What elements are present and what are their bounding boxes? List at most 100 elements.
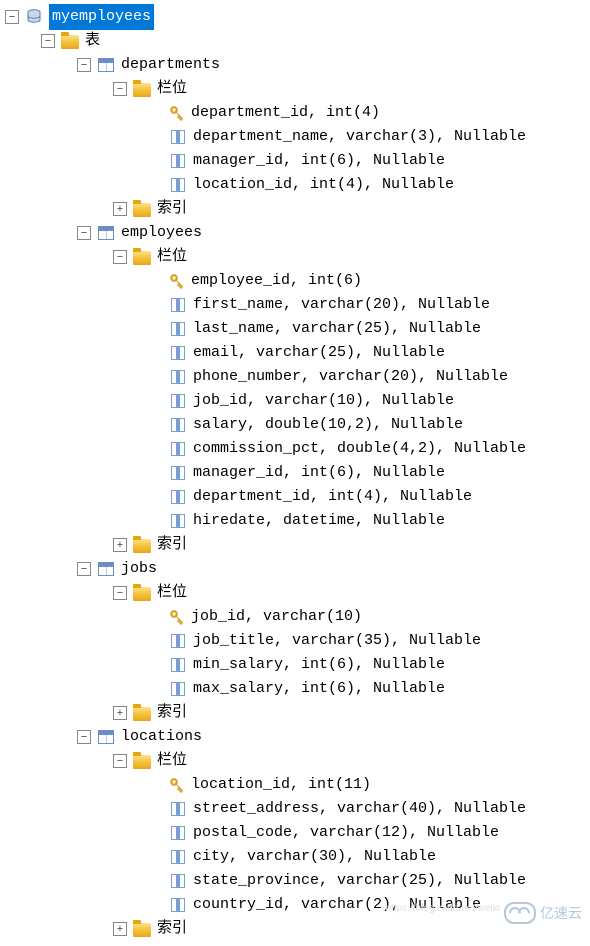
- table-label: employees: [121, 221, 202, 245]
- collapse-icon[interactable]: −: [77, 226, 91, 240]
- column-icon: [169, 488, 187, 506]
- database-icon: [25, 8, 43, 26]
- column-icon: [169, 848, 187, 866]
- key-icon: [169, 609, 185, 625]
- column-node[interactable]: first_name, varchar(20), Nullable: [5, 293, 585, 317]
- collapse-icon[interactable]: −: [41, 34, 55, 48]
- indexes-folder[interactable]: +索引: [5, 701, 585, 725]
- column-label: department_id, int(4): [191, 101, 380, 125]
- table-node[interactable]: − employees: [5, 221, 585, 245]
- column-node[interactable]: postal_code, varchar(12), Nullable: [5, 821, 585, 845]
- folder-icon: [133, 536, 151, 554]
- column-label: min_salary, int(6), Nullable: [193, 653, 445, 677]
- column-icon: [169, 176, 187, 194]
- column-node[interactable]: job_id, varchar(10), Nullable: [5, 389, 585, 413]
- columns-folder[interactable]: − 栏位: [5, 749, 585, 773]
- column-icon: [169, 152, 187, 170]
- column-node[interactable]: city, varchar(30), Nullable: [5, 845, 585, 869]
- expand-icon[interactable]: +: [113, 202, 127, 216]
- watermark-text: 亿速云: [540, 901, 582, 925]
- column-node[interactable]: manager_id, int(6), Nullable: [5, 461, 585, 485]
- column-label: location_id, int(4), Nullable: [193, 173, 454, 197]
- collapse-icon[interactable]: −: [77, 58, 91, 72]
- key-icon: [169, 273, 185, 289]
- column-node[interactable]: min_salary, int(6), Nullable: [5, 653, 585, 677]
- column-label: job_id, varchar(10), Nullable: [193, 389, 454, 413]
- column-node[interactable]: location_id, int(4), Nullable: [5, 173, 585, 197]
- column-node[interactable]: max_salary, int(6), Nullable: [5, 677, 585, 701]
- column-label: hiredate, datetime, Nullable: [193, 509, 445, 533]
- indexes-folder[interactable]: +索引: [5, 533, 585, 557]
- column-label: department_id, int(4), Nullable: [193, 485, 472, 509]
- expand-icon[interactable]: +: [113, 706, 127, 720]
- folder-icon: [61, 32, 79, 50]
- column-node[interactable]: department_id, int(4): [5, 101, 585, 125]
- collapse-icon[interactable]: −: [77, 562, 91, 576]
- column-node[interactable]: salary, double(10,2), Nullable: [5, 413, 585, 437]
- column-label: state_province, varchar(25), Nullable: [193, 869, 526, 893]
- expand-icon[interactable]: +: [113, 538, 127, 552]
- cloud-icon: [504, 902, 536, 924]
- column-icon: [169, 632, 187, 650]
- folder-icon: [133, 248, 151, 266]
- column-node[interactable]: hiredate, datetime, Nullable: [5, 509, 585, 533]
- column-node[interactable]: employee_id, int(6): [5, 269, 585, 293]
- column-icon: [169, 296, 187, 314]
- column-label: street_address, varchar(40), Nullable: [193, 797, 526, 821]
- table-label: locations: [121, 725, 202, 749]
- column-icon: [169, 800, 187, 818]
- db-node[interactable]: −myemployees: [5, 5, 585, 29]
- column-node[interactable]: commission_pct, double(4,2), Nullable: [5, 437, 585, 461]
- column-node[interactable]: job_id, varchar(10): [5, 605, 585, 629]
- table-icon: [97, 224, 115, 242]
- column-icon: [169, 680, 187, 698]
- column-icon: [169, 512, 187, 530]
- column-node[interactable]: location_id, int(11): [5, 773, 585, 797]
- column-node[interactable]: department_id, int(4), Nullable: [5, 485, 585, 509]
- folder-icon: [133, 752, 151, 770]
- collapse-icon[interactable]: −: [77, 730, 91, 744]
- key-icon: [169, 777, 185, 793]
- folder-icon: [133, 584, 151, 602]
- yisu-watermark: 亿速云: [504, 901, 582, 925]
- table-icon: [97, 728, 115, 746]
- column-label: last_name, varchar(25), Nullable: [193, 317, 481, 341]
- collapse-icon[interactable]: −: [113, 754, 127, 768]
- columns-folder[interactable]: −栏位: [5, 581, 585, 605]
- column-label: employee_id, int(6): [191, 269, 362, 293]
- column-node[interactable]: job_title, varchar(35), Nullable: [5, 629, 585, 653]
- expand-icon[interactable]: +: [113, 922, 127, 936]
- columns-folder[interactable]: − 栏位: [5, 77, 585, 101]
- folder-icon: [133, 704, 151, 722]
- collapse-icon[interactable]: −: [5, 10, 19, 24]
- collapse-icon[interactable]: −: [113, 586, 127, 600]
- column-label: location_id, int(11): [191, 773, 371, 797]
- column-icon: [169, 368, 187, 386]
- column-icon: [169, 872, 187, 890]
- columns-folder-label: 栏位: [157, 77, 187, 101]
- column-node[interactable]: email, varchar(25), Nullable: [5, 341, 585, 365]
- column-label: job_id, varchar(10): [191, 605, 362, 629]
- column-icon: [169, 416, 187, 434]
- columns-folder[interactable]: −栏位: [5, 245, 585, 269]
- columns-folder-label: 栏位: [157, 749, 187, 773]
- tables-folder[interactable]: −表: [5, 29, 585, 53]
- column-icon: [169, 824, 187, 842]
- table-label: departments: [121, 53, 220, 77]
- table-icon: [97, 56, 115, 74]
- column-label: city, varchar(30), Nullable: [193, 845, 436, 869]
- column-node[interactable]: phone_number, varchar(20), Nullable: [5, 365, 585, 389]
- collapse-icon[interactable]: −: [113, 250, 127, 264]
- collapse-icon[interactable]: −: [113, 82, 127, 96]
- indexes-folder[interactable]: +索引: [5, 197, 585, 221]
- column-node[interactable]: manager_id, int(6), Nullable: [5, 149, 585, 173]
- column-node[interactable]: street_address, varchar(40), Nullable: [5, 797, 585, 821]
- table-node[interactable]: −jobs: [5, 557, 585, 581]
- column-node[interactable]: state_province, varchar(25), Nullable: [5, 869, 585, 893]
- table-node[interactable]: − locations: [5, 725, 585, 749]
- table-node[interactable]: − departments: [5, 53, 585, 77]
- column-node[interactable]: department_name, varchar(3), Nullable: [5, 125, 585, 149]
- column-label: manager_id, int(6), Nullable: [193, 461, 445, 485]
- folder-icon: [133, 200, 151, 218]
- column-node[interactable]: last_name, varchar(25), Nullable: [5, 317, 585, 341]
